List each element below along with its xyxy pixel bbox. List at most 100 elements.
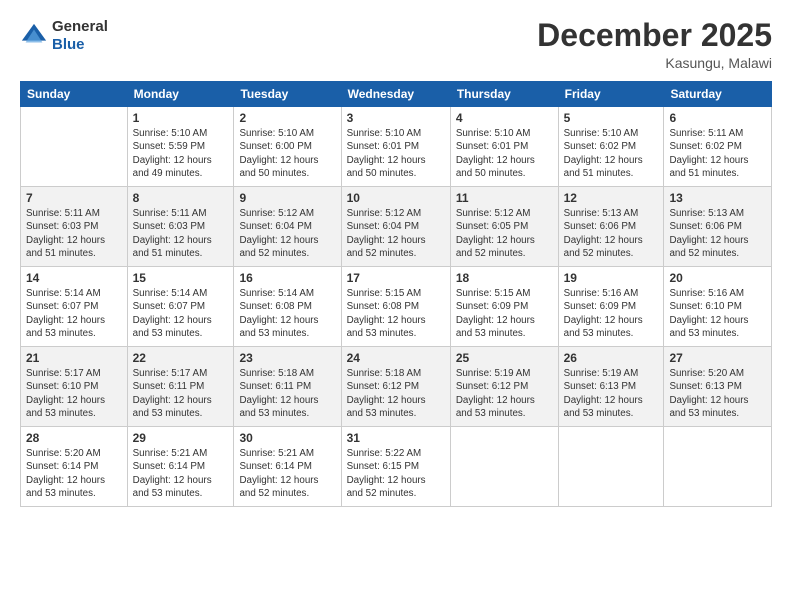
day-number: 13 — [669, 191, 766, 205]
day-number: 30 — [239, 431, 335, 445]
day-info: Sunrise: 5:12 AMSunset: 6:04 PMDaylight:… — [347, 207, 445, 260]
col-thursday: Thursday — [450, 82, 558, 107]
calendar-table: Sunday Monday Tuesday Wednesday Thursday… — [20, 81, 772, 507]
table-row: 22 Sunrise: 5:17 AMSunset: 6:11 PMDayligh… — [127, 347, 234, 427]
day-info: Sunrise: 5:22 AMSunset: 6:15 PMDaylight:… — [347, 447, 445, 500]
col-sunday: Sunday — [21, 82, 128, 107]
title-block: December 2025 Kasungu, Malawi — [537, 18, 772, 71]
day-number: 29 — [133, 431, 229, 445]
day-info: Sunrise: 5:12 AMSunset: 6:05 PMDaylight:… — [456, 207, 553, 260]
table-row: 12Sunrise: 5:13 AMSunset: 6:06 PMDayligh… — [558, 187, 664, 267]
day-info: Sunrise: 5:19 AMSunset: 6:13 PMDaylight:… — [564, 367, 659, 420]
day-number: 20 — [669, 271, 766, 285]
day-info: Sunrise: 5:17 AMSunset: 6:11 PMDaylight:… — [133, 367, 229, 420]
day-info: Sunrise: 5:11 AMSunset: 6:03 PMDaylight:… — [26, 207, 122, 260]
day-number: 24 — [347, 351, 445, 365]
day-info: Sunrise: 5:11 AMSunset: 6:03 PMDaylight:… — [133, 207, 229, 260]
calendar-week-row: 7 Sunrise: 5:11 AMSunset: 6:03 PMDaylight… — [21, 187, 772, 267]
day-info: Sunrise: 5:10 AMSunset: 6:01 PMDaylight:… — [456, 127, 553, 180]
day-number: 28 — [26, 431, 122, 445]
day-number: 22 — [133, 351, 229, 365]
location: Kasungu, Malawi — [537, 55, 772, 71]
day-number: 2 — [239, 111, 335, 125]
day-info: Sunrise: 5:10 AMSunset: 6:01 PMDaylight:… — [347, 127, 445, 180]
table-row: 2 Sunrise: 5:10 AMSunset: 6:00 PMDaylight… — [234, 107, 341, 187]
day-number: 3 — [347, 111, 445, 125]
table-row: 10 Sunrise: 5:12 AMSunset: 6:04 PMDayligh… — [341, 187, 450, 267]
table-row: 3 Sunrise: 5:10 AMSunset: 6:01 PMDaylight… — [341, 107, 450, 187]
table-row: 9 Sunrise: 5:12 AMSunset: 6:04 PMDaylight… — [234, 187, 341, 267]
table-row: 17Sunrise: 5:15 AMSunset: 6:08 PMDayligh… — [341, 267, 450, 347]
day-info: Sunrise: 5:20 AMSunset: 6:13 PMDaylight:… — [669, 367, 766, 420]
table-row: 6 Sunrise: 5:11 AMSunset: 6:02 PMDaylight… — [664, 107, 772, 187]
table-row: 26Sunrise: 5:19 AMSunset: 6:13 PMDayligh… — [558, 347, 664, 427]
day-info: Sunrise: 5:14 AMSunset: 6:07 PMDaylight:… — [26, 287, 122, 340]
day-number: 15 — [133, 271, 229, 285]
day-number: 25 — [456, 351, 553, 365]
table-row: 16 Sunrise: 5:14 AMSunset: 6:08 PMDayligh… — [234, 267, 341, 347]
table-row — [450, 427, 558, 507]
calendar-week-row: 28 Sunrise: 5:20 AMSunset: 6:14 PMDayligh… — [21, 427, 772, 507]
table-row: 28 Sunrise: 5:20 AMSunset: 6:14 PMDayligh… — [21, 427, 128, 507]
table-row: 5 Sunrise: 5:10 AMSunset: 6:02 PMDaylight… — [558, 107, 664, 187]
day-info: Sunrise: 5:16 AMSunset: 6:09 PMDaylight:… — [564, 287, 659, 340]
day-info: Sunrise: 5:20 AMSunset: 6:14 PMDaylight:… — [26, 447, 122, 500]
day-number: 21 — [26, 351, 122, 365]
header: General Blue December 2025 Kasungu, Mala… — [20, 18, 772, 71]
day-number: 5 — [564, 111, 659, 125]
day-info: Sunrise: 5:14 AMSunset: 6:08 PMDaylight:… — [239, 287, 335, 340]
col-friday: Friday — [558, 82, 664, 107]
day-info: Sunrise: 5:11 AMSunset: 6:02 PMDaylight:… — [669, 127, 766, 180]
table-row: 31 Sunrise: 5:22 AMSunset: 6:15 PMDayligh… — [341, 427, 450, 507]
day-info: Sunrise: 5:15 AMSunset: 6:09 PMDaylight:… — [456, 287, 553, 340]
day-info: Sunrise: 5:13 AMSunset: 6:06 PMDaylight:… — [669, 207, 766, 260]
logo-icon — [20, 22, 48, 50]
col-monday: Monday — [127, 82, 234, 107]
table-row: 19 Sunrise: 5:16 AMSunset: 6:09 PMDayligh… — [558, 267, 664, 347]
day-number: 1 — [133, 111, 229, 125]
table-row: 24 Sunrise: 5:18 AMSunset: 6:12 PMDayligh… — [341, 347, 450, 427]
table-row: 25Sunrise: 5:19 AMSunset: 6:12 PMDayligh… — [450, 347, 558, 427]
day-number: 27 — [669, 351, 766, 365]
day-number: 18 — [456, 271, 553, 285]
day-number: 14 — [26, 271, 122, 285]
day-number: 19 — [564, 271, 659, 285]
table-row: 27 Sunrise: 5:20 AMSunset: 6:13 PMDayligh… — [664, 347, 772, 427]
table-row: 1 Sunrise: 5:10 AMSunset: 5:59 PMDaylight… — [127, 107, 234, 187]
day-number: 7 — [26, 191, 122, 205]
day-info: Sunrise: 5:10 AMSunset: 5:59 PMDaylight:… — [133, 127, 229, 180]
calendar-header-row: Sunday Monday Tuesday Wednesday Thursday… — [21, 82, 772, 107]
day-info: Sunrise: 5:10 AMSunset: 6:02 PMDaylight:… — [564, 127, 659, 180]
day-info: Sunrise: 5:12 AMSunset: 6:04 PMDaylight:… — [239, 207, 335, 260]
logo: General Blue — [20, 18, 108, 54]
day-number: 9 — [239, 191, 335, 205]
table-row: 29Sunrise: 5:21 AMSunset: 6:14 PMDayligh… — [127, 427, 234, 507]
table-row: 8Sunrise: 5:11 AMSunset: 6:03 PMDaylight… — [127, 187, 234, 267]
table-row — [558, 427, 664, 507]
day-info: Sunrise: 5:18 AMSunset: 6:12 PMDaylight:… — [347, 367, 445, 420]
day-number: 31 — [347, 431, 445, 445]
day-info: Sunrise: 5:21 AMSunset: 6:14 PMDaylight:… — [239, 447, 335, 500]
day-number: 4 — [456, 111, 553, 125]
day-number: 16 — [239, 271, 335, 285]
day-info: Sunrise: 5:18 AMSunset: 6:11 PMDaylight:… — [239, 367, 335, 420]
day-info: Sunrise: 5:10 AMSunset: 6:00 PMDaylight:… — [239, 127, 335, 180]
day-number: 17 — [347, 271, 445, 285]
day-info: Sunrise: 5:17 AMSunset: 6:10 PMDaylight:… — [26, 367, 122, 420]
day-number: 11 — [456, 191, 553, 205]
logo-text: General Blue — [52, 18, 108, 54]
table-row: 7 Sunrise: 5:11 AMSunset: 6:03 PMDaylight… — [21, 187, 128, 267]
col-wednesday: Wednesday — [341, 82, 450, 107]
day-number: 6 — [669, 111, 766, 125]
table-row — [21, 107, 128, 187]
table-row: 21 Sunrise: 5:17 AMSunset: 6:10 PMDayligh… — [21, 347, 128, 427]
table-row — [664, 427, 772, 507]
day-info: Sunrise: 5:16 AMSunset: 6:10 PMDaylight:… — [669, 287, 766, 340]
table-row: 11 Sunrise: 5:12 AMSunset: 6:05 PMDayligh… — [450, 187, 558, 267]
day-info: Sunrise: 5:14 AMSunset: 6:07 PMDaylight:… — [133, 287, 229, 340]
table-row: 23 Sunrise: 5:18 AMSunset: 6:11 PMDayligh… — [234, 347, 341, 427]
day-number: 23 — [239, 351, 335, 365]
month-title: December 2025 — [537, 18, 772, 53]
day-number: 10 — [347, 191, 445, 205]
logo-blue-text: Blue — [52, 36, 85, 53]
